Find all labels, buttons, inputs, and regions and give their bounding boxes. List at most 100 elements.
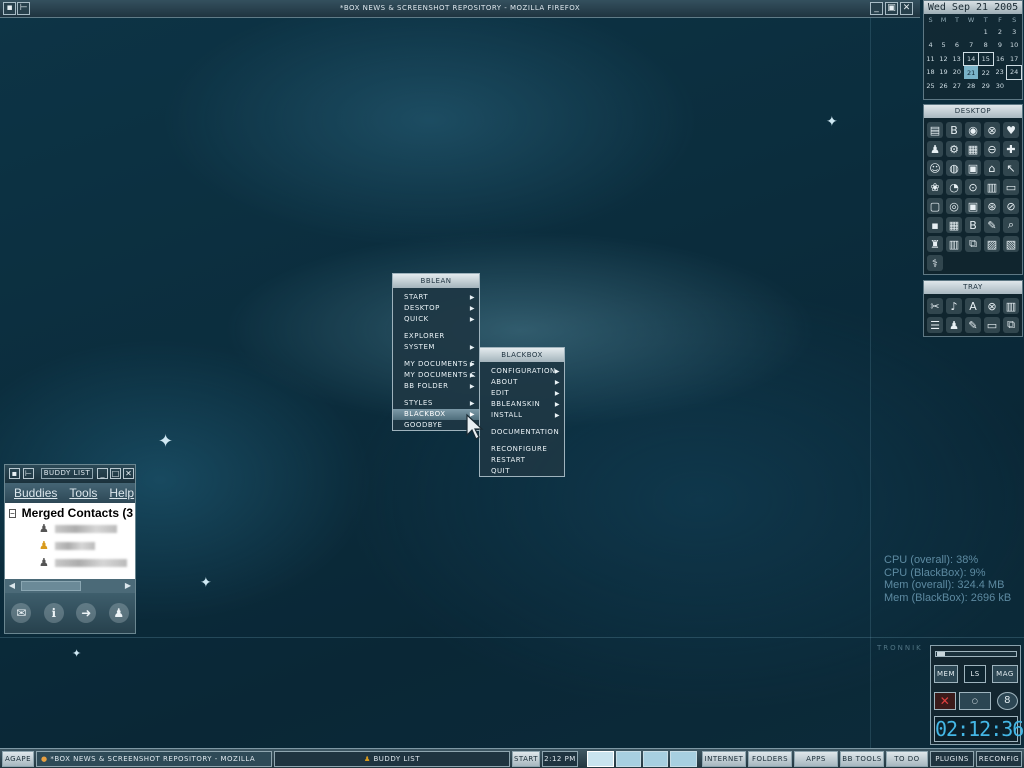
calendar-day[interactable]: 14 xyxy=(963,51,979,66)
list-item[interactable]: ♟ xyxy=(9,520,131,537)
menu-item-my-documents-c[interactable]: MY DOCUMENTS C ▶ xyxy=(393,370,479,381)
desktop-shortcut-icon[interactable]: ⌕ xyxy=(1003,217,1019,233)
minimize-button[interactable]: _ xyxy=(870,2,883,15)
plugins-button[interactable]: PLUGINS xyxy=(930,751,974,767)
tray-icon[interactable]: A xyxy=(965,298,981,314)
calendar-day[interactable]: 10 xyxy=(1007,39,1022,53)
window-icon-button[interactable]: ▪ xyxy=(9,468,20,479)
workspace-pager-1[interactable] xyxy=(587,751,614,767)
ls-button[interactable]: LS xyxy=(964,665,986,683)
calendar-day[interactable]: 7 xyxy=(964,39,979,53)
desktop-shortcut-icon[interactable]: ⧉ xyxy=(965,236,981,252)
calendar-day[interactable]: 19 xyxy=(937,66,950,80)
buddy-list-titlebar[interactable]: ▪ ⊢ BUDDY LIST _ □ ✕ xyxy=(5,465,135,483)
tray-icon[interactable]: ▥ xyxy=(1003,298,1019,314)
menu-buddies[interactable]: Buddies xyxy=(14,486,57,500)
calendar-day[interactable]: 21 xyxy=(963,65,979,79)
calendar-day[interactable]: 12 xyxy=(937,52,950,66)
desktop-shortcut-icon[interactable]: ⊛ xyxy=(984,198,1000,214)
workspace-pager-4[interactable] xyxy=(670,751,697,767)
desktop-shortcut-icon[interactable]: ▭ xyxy=(1003,179,1019,195)
scroll-left-arrow[interactable]: ◀ xyxy=(7,580,17,592)
calendar-day[interactable]: 8 xyxy=(978,39,993,53)
calendar-day[interactable]: 11 xyxy=(924,52,937,66)
desktop-shortcut-icon[interactable]: ⊗ xyxy=(984,122,1000,138)
menu-item-styles[interactable]: STYLES ▶ xyxy=(393,398,479,409)
menu-item-start[interactable]: START ▶ xyxy=(393,292,479,303)
apps-button[interactable]: APPS xyxy=(794,751,838,767)
calendar-day[interactable]: 18 xyxy=(924,66,937,80)
calendar-day[interactable]: 5 xyxy=(937,39,950,53)
folders-button[interactable]: FOLDERS xyxy=(748,751,792,767)
contact-group[interactable]: − Merged Contacts (3 xyxy=(9,506,133,520)
calendar-day[interactable]: 27 xyxy=(950,79,964,93)
calendar-day[interactable]: 1 xyxy=(978,25,993,39)
menu-item-bbleanskin[interactable]: BBLEANSKIN ▶ xyxy=(480,399,564,410)
calendar-day[interactable]: 25 xyxy=(924,79,937,93)
desktop-shortcut-icon[interactable]: ▢ xyxy=(927,198,943,214)
info-icon[interactable]: ℹ xyxy=(43,603,64,623)
desktop-shortcut-icon[interactable]: ▣ xyxy=(965,160,981,176)
menu-item-quick[interactable]: QUICK ▶ xyxy=(393,314,479,325)
desktop-shortcut-icon[interactable]: ✎ xyxy=(984,217,1000,233)
maximize-button[interactable]: ▣ xyxy=(885,2,898,15)
calendar-day[interactable]: 23 xyxy=(993,66,1007,80)
desktop-shortcut-icon[interactable]: ⊖ xyxy=(984,141,1000,157)
calendar-day[interactable]: 30 xyxy=(993,79,1007,93)
desktop-shortcut-icon[interactable]: ⊘ xyxy=(1003,198,1019,214)
desktop-shortcut-icon[interactable]: ♥ xyxy=(1003,122,1019,138)
desktop-shortcut-icon[interactable]: ☺ xyxy=(927,160,943,176)
start-button[interactable]: START xyxy=(512,751,540,767)
desktop-shortcut-icon[interactable]: ◍ xyxy=(946,160,962,176)
chat-icon[interactable]: ➜ xyxy=(76,603,97,623)
desktop-shortcut-icon[interactable]: ↖ xyxy=(1003,160,1019,176)
desktop-shortcut-icon[interactable]: ♟ xyxy=(927,141,943,157)
menu-tools[interactable]: Tools xyxy=(69,486,97,500)
desktop-shortcut-icon[interactable]: B xyxy=(946,122,962,138)
menu-item-bb-folder[interactable]: BB FOLDER ▶ xyxy=(393,381,479,392)
tray-icon[interactable]: ⊗ xyxy=(984,298,1000,314)
desktop-shortcut-icon[interactable]: ❀ xyxy=(927,179,943,195)
list-item[interactable]: ♟ xyxy=(9,537,131,554)
desktop-shortcut-icon[interactable]: ⊙ xyxy=(965,179,981,195)
tray-icon[interactable]: ✂ xyxy=(927,298,943,314)
reconfig-button[interactable]: RECONFIG xyxy=(976,751,1022,767)
list-item[interactable]: ♟ xyxy=(9,554,131,571)
tray-icon[interactable]: ✎ xyxy=(965,317,981,333)
send-message-icon[interactable]: ✉ xyxy=(11,603,32,623)
todo-button[interactable]: TO DO xyxy=(886,751,928,767)
calendar-day[interactable]: 17 xyxy=(1007,52,1022,66)
calendar-day[interactable]: 29 xyxy=(978,79,993,93)
calendar-day[interactable]: 22 xyxy=(978,66,993,80)
desktop-shortcut-icon[interactable]: ◎ xyxy=(946,198,962,214)
desktop-shortcut-icon[interactable]: ⚕ xyxy=(927,255,943,271)
workspace-label[interactable]: AGAPE xyxy=(2,751,34,767)
tray-icon[interactable]: ♪ xyxy=(946,298,962,314)
menu-help[interactable]: Help xyxy=(109,486,134,500)
tray-icon[interactable]: ♟ xyxy=(946,317,962,333)
desktop-shortcut-icon[interactable]: ▥ xyxy=(946,236,962,252)
collapse-toggle[interactable]: − xyxy=(9,508,16,518)
calendar-day[interactable]: 3 xyxy=(1007,25,1022,39)
sticky-button[interactable]: ⊢ xyxy=(23,468,34,479)
scroll-right-arrow[interactable]: ▶ xyxy=(123,580,133,592)
calendar-day[interactable]: 20 xyxy=(950,66,964,80)
calendar-day[interactable]: 9 xyxy=(993,39,1007,53)
calendar-day[interactable]: 24 xyxy=(1006,65,1022,80)
desktop-shortcut-icon[interactable]: ⌂ xyxy=(984,160,1000,176)
menu-item-configuration[interactable]: CONFIGURATION ▶ xyxy=(480,366,564,377)
desktop-shortcut-icon[interactable]: ▦ xyxy=(946,217,962,233)
close-button[interactable]: ✕ xyxy=(900,2,913,15)
close-button[interactable]: ✕ xyxy=(123,468,134,479)
desktop-shortcut-icon[interactable]: ▧ xyxy=(1003,236,1019,252)
menu-item-quit[interactable]: QUIT xyxy=(480,466,564,477)
desktop-shortcut-icon[interactable]: ✚ xyxy=(1003,141,1019,157)
desktop-shortcut-icon[interactable]: ◔ xyxy=(946,179,962,195)
menu-item-desktop[interactable]: DESKTOP ▶ xyxy=(393,303,479,314)
desktop-shortcut-icon[interactable]: B xyxy=(965,217,981,233)
horizontal-scrollbar[interactable]: ◀ ▶ xyxy=(5,579,135,593)
calendar-day[interactable]: 28 xyxy=(964,79,979,93)
menu-item-explorer[interactable]: EXPLORER xyxy=(393,331,479,342)
mag-button[interactable]: MAG xyxy=(992,665,1018,683)
tray-icon[interactable]: ⧉ xyxy=(1003,317,1019,333)
